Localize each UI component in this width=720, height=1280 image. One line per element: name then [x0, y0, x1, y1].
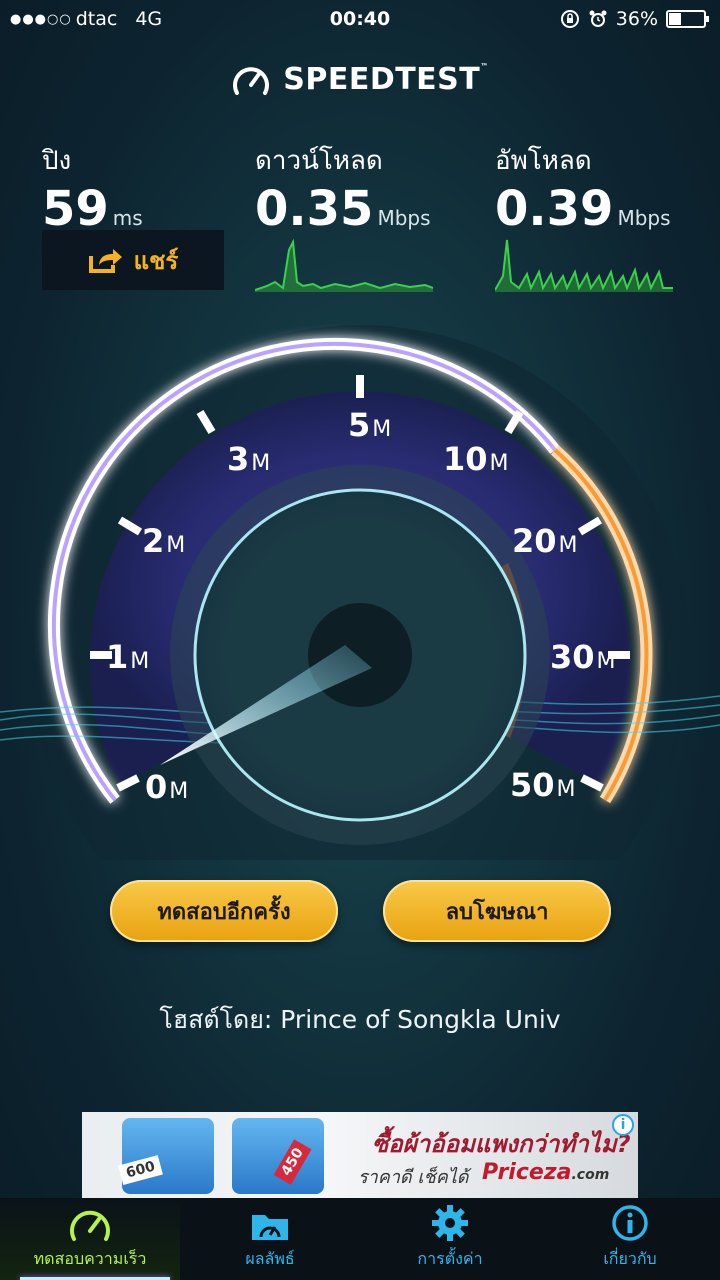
- gauge-label-0-num: 0: [145, 768, 168, 806]
- upload-unit: Mbps: [617, 206, 671, 230]
- gauge-dial: [0, 325, 720, 985]
- share-label: แชร์: [133, 246, 179, 275]
- upload-label: อัพโหลด: [495, 146, 592, 176]
- gauge-label-3-unit: M: [251, 451, 271, 476]
- ad-subline: ราคาดี เช็คได้: [358, 1167, 469, 1188]
- ad-brand-name: Priceza: [482, 1160, 572, 1185]
- gauge-label-50: 50M: [510, 766, 576, 804]
- gauge-label-30: 30M: [550, 638, 616, 676]
- orientation-lock-icon: [560, 10, 579, 28]
- speedometer-icon: [70, 1210, 110, 1241]
- gauge-label-5-unit: M: [372, 417, 392, 442]
- gauge-label-1: 1M: [106, 638, 149, 676]
- ad-headline: ซื้อผ้าอ้อมแพงกว่าทำไม?: [372, 1130, 631, 1158]
- status-right: 36%: [560, 8, 709, 30]
- gauge-label-2: 2M: [142, 522, 185, 560]
- ad-banner[interactable]: 600 450 ซื้อผ้าอ้อมแพงกว่าทำไม? ราคาดี เ…: [82, 1112, 638, 1198]
- gauge-label-30-unit: M: [596, 649, 616, 674]
- tab-results[interactable]: ผลลัพธ์: [180, 1198, 360, 1280]
- ad-info-icon[interactable]: i: [612, 1114, 634, 1136]
- gauge-label-5: 5M: [348, 406, 391, 444]
- ad-brand-suffix: .com: [571, 1167, 610, 1183]
- results-folder-icon: [252, 1215, 288, 1240]
- trademark: ™: [480, 62, 489, 71]
- ping-label: ปิง: [42, 146, 72, 176]
- status-bar: ●●●○○ dtac 4G 00:40 36%: [0, 0, 720, 40]
- tab-speedtest[interactable]: ทดสอบความเร็ว: [0, 1198, 180, 1280]
- ping-unit: ms: [112, 206, 143, 230]
- gauge-label-0-unit: M: [169, 779, 189, 804]
- app-logo: SPEEDTEST™: [0, 62, 720, 97]
- upload-metric: อัพโหลด 0.39 Mbps: [495, 140, 671, 246]
- gauge-label-0: 0M: [145, 768, 188, 806]
- gauge-label-10: 10M: [443, 440, 509, 478]
- app-title-text: SPEEDTEST: [283, 62, 481, 97]
- speed-gauge: 0M 1M 2M 3M 5M 10M 20M 30M 50M: [0, 300, 720, 985]
- gauge-label-2-unit: M: [166, 533, 186, 558]
- download-metric: ดาวน์โหลด 0.35 Mbps: [255, 140, 431, 246]
- gauge-label-5-num: 5: [348, 406, 371, 444]
- gauge-label-50-num: 50: [510, 766, 555, 804]
- gauge-label-1-num: 1: [106, 638, 129, 676]
- gear-icon: [432, 1205, 468, 1241]
- host-info: โฮสต์โดย: Prince of Songkla Univ: [0, 1000, 720, 1040]
- gauge-label-20-unit: M: [558, 533, 578, 558]
- host-prefix: โฮสต์โดย:: [159, 1005, 273, 1034]
- diaper-pack-image: [232, 1118, 324, 1194]
- download-graph: [255, 238, 433, 292]
- ad-brand: Priceza.com: [482, 1160, 609, 1185]
- gauge-label-30-num: 30: [550, 638, 595, 676]
- tab-speedtest-label: ทดสอบความเร็ว: [33, 1249, 147, 1268]
- gauge-label-3: 3M: [227, 440, 270, 478]
- download-label: ดาวน์โหลด: [255, 146, 383, 176]
- battery-level: [669, 13, 682, 25]
- alarm-icon: [589, 10, 607, 27]
- retest-button[interactable]: ทดสอบอีกครั้ง: [110, 880, 338, 942]
- tab-about-label: เกี่ยวกับ: [603, 1249, 657, 1268]
- upload-graph: [495, 239, 673, 292]
- gauge-label-2-num: 2: [142, 522, 165, 560]
- gauge-label-10-num: 10: [443, 440, 488, 478]
- download-unit: Mbps: [377, 206, 431, 230]
- speedometer-logo-icon: [233, 66, 270, 95]
- upload-value: 0.39: [495, 181, 614, 237]
- download-value: 0.35: [255, 181, 374, 237]
- tab-settings-label: การตั้งค่า: [417, 1249, 483, 1268]
- gauge-label-20-num: 20: [512, 522, 557, 560]
- gauge-label-50-unit: M: [556, 777, 576, 802]
- gauge-label-10-unit: M: [489, 451, 509, 476]
- gauge-label-3-num: 3: [227, 440, 250, 478]
- share-icon: [88, 249, 122, 273]
- remove-ads-button[interactable]: ลบโฆษณา: [383, 880, 611, 942]
- tab-bar: ทดสอบความเร็ว ผลลัพธ์ การตั้งค่า เกี่ยวก…: [0, 1198, 720, 1280]
- host-name: Prince of Songkla Univ: [280, 1005, 561, 1034]
- tab-results-label: ผลลัพธ์: [245, 1249, 295, 1268]
- diaper-pack-image: [122, 1118, 214, 1194]
- share-button[interactable]: แชร์: [42, 230, 224, 290]
- tab-about[interactable]: เกี่ยวกับ: [540, 1198, 720, 1280]
- tab-settings[interactable]: การตั้งค่า: [360, 1198, 540, 1280]
- ping-value: 59: [42, 181, 109, 237]
- app-title: SPEEDTEST™: [283, 62, 489, 97]
- gauge-label-1-unit: M: [130, 649, 150, 674]
- gauge-label-20: 20M: [512, 522, 578, 560]
- battery-icon: [666, 10, 709, 28]
- info-icon: [612, 1205, 648, 1241]
- battery-percent: 36%: [615, 8, 658, 30]
